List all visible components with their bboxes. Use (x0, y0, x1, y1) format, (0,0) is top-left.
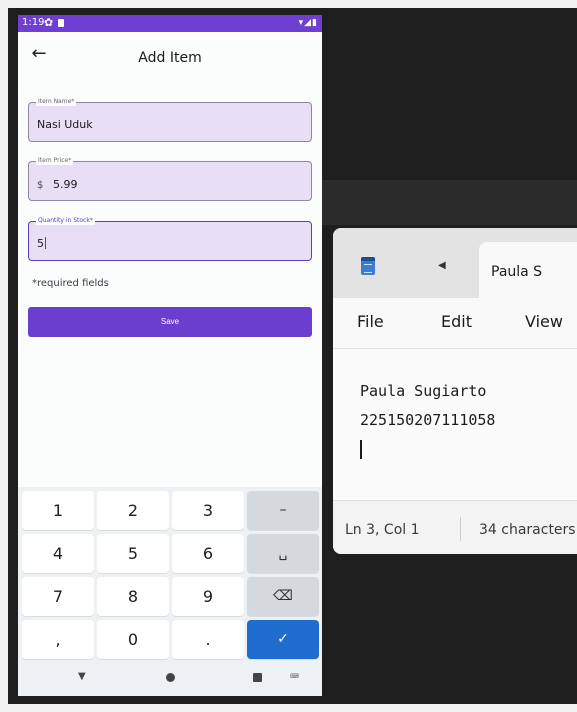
numeric-keypad: 1 2 3 – 4 5 6 ␣ 7 8 9 ⌫ , 0 . ✓ (18, 487, 322, 661)
notepad-app-icon (361, 257, 375, 275)
notepad-menu-bar: File Edit View (333, 298, 577, 348)
quantity-label: Quantity in Stock* (36, 216, 95, 225)
key-9[interactable]: 9 (172, 577, 244, 616)
page-title: Add Item (138, 50, 202, 66)
checkmark-icon[interactable]: ✓ (247, 620, 319, 659)
item-price-label: Item Price* (36, 156, 74, 165)
cursor-position: Ln 3, Col 1 (345, 522, 420, 538)
desktop-shade (322, 180, 577, 225)
key-3[interactable]: 3 (172, 491, 244, 530)
item-price-value: 5.99 (53, 178, 78, 191)
menu-edit[interactable]: Edit (441, 312, 472, 332)
text-caret (360, 440, 362, 459)
item-name-field[interactable]: Item Name* Nasi Uduk (28, 97, 312, 142)
quantity-field[interactable]: Quantity in Stock* 5 (28, 216, 312, 261)
key-period[interactable]: . (172, 620, 244, 659)
tab-title: Paula S (491, 264, 543, 280)
sim-card-icon (58, 19, 64, 27)
key-8[interactable]: 8 (97, 577, 169, 616)
item-name-value: Nasi Uduk (37, 118, 93, 131)
desktop-edge-left (0, 0, 8, 712)
notepad-status-bar: Ln 3, Col 1 34 characters (333, 500, 577, 554)
menu-view[interactable]: View (525, 312, 563, 332)
key-comma[interactable]: , (22, 620, 94, 659)
key-space[interactable]: ␣ (247, 534, 319, 573)
system-nav-bar: ▼ ⌨ (18, 661, 322, 696)
menu-file[interactable]: File (357, 312, 384, 332)
nav-recents-icon[interactable] (253, 673, 262, 682)
tab-scroll-left-icon[interactable]: ◀ (438, 260, 446, 272)
notepad-text-area[interactable]: Paula Sugiarto 225150207111058 (333, 348, 577, 500)
gear-icon: ✿ (44, 16, 54, 29)
required-fields-note: *required fields (32, 278, 109, 289)
notepad-tab[interactable]: Paula S (479, 242, 577, 298)
app-bar: ← Add Item (18, 32, 322, 82)
keyboard-switch-icon[interactable]: ⌨ (290, 672, 299, 682)
notepad-window: ◀ Paula S File Edit View Paula Sugiarto … (333, 228, 577, 554)
notepad-titlebar: ◀ Paula S (333, 228, 577, 298)
key-2[interactable]: 2 (97, 491, 169, 530)
key-6[interactable]: 6 (172, 534, 244, 573)
item-name-label: Item Name* (36, 97, 77, 106)
item-price-field[interactable]: Item Price* $ 5.99 (28, 156, 312, 201)
key-1[interactable]: 1 (22, 491, 94, 530)
signal-battery-icon: ▾◢▮ (298, 18, 318, 28)
desktop-edge-bottom (0, 704, 577, 712)
desktop-edge-top (0, 0, 577, 8)
key-minus[interactable]: – (247, 491, 319, 530)
status-time: 1:19 (22, 17, 45, 28)
key-7[interactable]: 7 (22, 577, 94, 616)
status-divider (460, 517, 461, 541)
status-bar: 1:19 ✿ ▾◢▮ (18, 15, 322, 32)
quantity-value: 5 (37, 237, 44, 250)
key-4[interactable]: 4 (22, 534, 94, 573)
nav-back-icon[interactable]: ▼ (78, 670, 86, 684)
backspace-icon[interactable]: ⌫ (247, 577, 319, 616)
key-5[interactable]: 5 (97, 534, 169, 573)
text-line-1: Paula Sugiarto (360, 382, 487, 400)
text-line-2: 225150207111058 (360, 411, 496, 429)
nav-home-icon[interactable] (166, 673, 175, 682)
save-button[interactable]: Save (28, 307, 312, 337)
key-0[interactable]: 0 (97, 620, 169, 659)
currency-prefix: $ (37, 180, 44, 191)
android-emulator-screen: 1:19 ✿ ▾◢▮ ← Add Item Item Name* Nasi Ud… (18, 15, 322, 696)
character-count: 34 characters (479, 522, 576, 538)
